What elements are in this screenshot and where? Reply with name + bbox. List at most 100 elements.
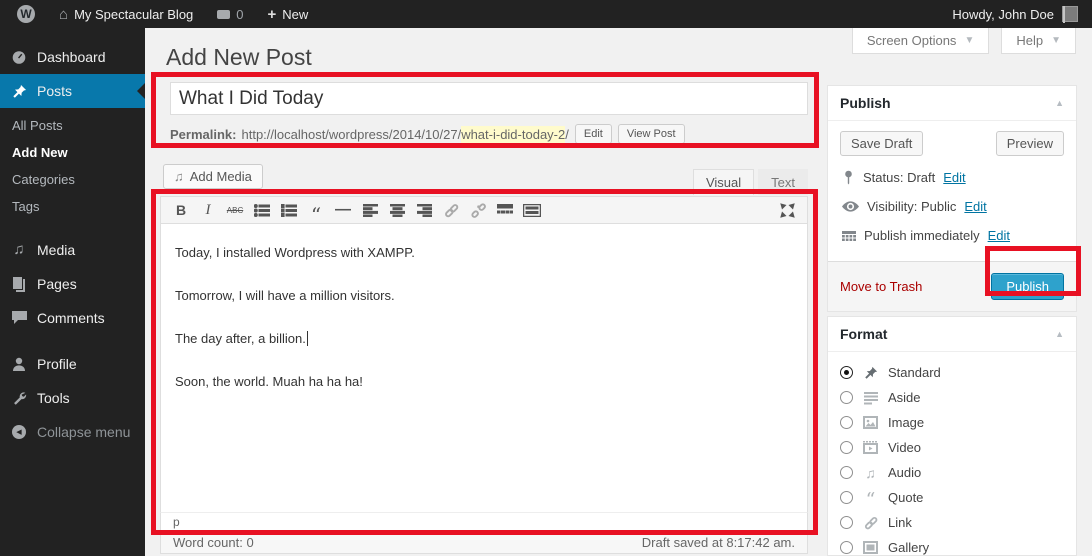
sidebar-item-pages[interactable]: Pages [0,267,145,301]
radio[interactable] [840,441,853,454]
sidebar-item-profile[interactable]: Profile [0,347,145,381]
sidebar-item-label: Profile [37,356,77,372]
radio[interactable] [840,491,853,504]
calendar-icon [842,229,856,243]
edit-permalink-button[interactable]: Edit [575,124,612,144]
gallery-icon [862,541,879,554]
help-button[interactable]: Help ▼ [1001,28,1076,54]
format-option-standard[interactable]: Standard [840,360,1064,385]
sidebar-item-categories[interactable]: Categories [0,166,145,193]
edit-visibility-link[interactable]: Edit [964,199,986,214]
format-option-quote[interactable]: “ Quote [840,485,1064,510]
sidebar-item-collapse-menu[interactable]: ◀ Collapse menu [0,415,145,449]
status-value: Draft [907,170,935,185]
view-post-button[interactable]: View Post [618,124,685,144]
numbered-list-button[interactable] [279,200,299,220]
collapse-toggle-icon[interactable]: ▲ [1055,329,1064,339]
visibility-row: Visibility: Public Edit [842,199,1062,214]
align-left-button[interactable] [360,200,380,220]
radio[interactable] [840,466,853,479]
sidebar-item-dashboard[interactable]: Dashboard [0,40,145,74]
radio[interactable] [840,416,853,429]
radio[interactable] [840,391,853,404]
bullet-list-button[interactable] [252,200,272,220]
sidebar-item-label: Pages [37,276,77,292]
align-center-button[interactable] [387,200,407,220]
bold-button[interactable]: B [171,200,191,220]
sidebar-item-comments[interactable]: Comments [0,301,145,335]
format-option-image[interactable]: Image [840,410,1064,435]
user-icon [10,357,28,372]
screen-meta-tabs: Screen Options ▼ Help ▼ [852,28,1076,54]
sidebar-item-add-new[interactable]: Add New [0,139,145,166]
format-option-audio[interactable]: ♫ Audio [840,460,1064,485]
format-option-aside[interactable]: Aside [840,385,1064,410]
radio-selected[interactable] [840,366,853,379]
strikethrough-button[interactable]: ABC [225,200,245,220]
distraction-free-button[interactable] [777,200,797,220]
collapse-icon: ◀ [10,425,28,439]
quote-icon: “ [862,489,879,506]
publishing-actions: Move to Trash Publish [828,261,1076,311]
editor-toolbar: B I ABC “ — [160,196,808,224]
format-option-gallery[interactable]: Gallery [840,535,1064,556]
comments-admin-bar-link[interactable]: 0 [208,0,252,28]
audio-icon: ♫ [862,466,879,480]
publish-button[interactable]: Publish [991,273,1064,300]
edit-status-link[interactable]: Edit [943,170,965,185]
edit-schedule-link[interactable]: Edit [988,228,1010,243]
radio[interactable] [840,516,853,529]
insert-link-button[interactable] [441,200,461,220]
format-panel-header[interactable]: Format ▲ [828,317,1076,352]
toolbar-toggle-button[interactable] [522,200,542,220]
screen-options-label: Screen Options [867,33,957,48]
video-icon [862,441,879,454]
new-content-button[interactable]: + New [259,0,318,28]
sidebar-item-tools[interactable]: Tools [0,381,145,415]
preview-button[interactable]: Preview [996,131,1064,156]
site-name-link[interactable]: ⌂ My Spectacular Blog [50,0,202,28]
format-option-video[interactable]: Video [840,435,1064,460]
wrench-icon [10,391,28,406]
sidebar-item-posts[interactable]: Posts [0,74,145,108]
comments-icon [10,311,28,325]
wordpress-logo-button[interactable]: W [8,0,44,28]
sidebar-item-label: Collapse menu [37,424,130,440]
align-right-button[interactable] [414,200,434,220]
sidebar-item-label: Media [37,242,75,258]
format-option-link[interactable]: Link [840,510,1064,535]
italic-button[interactable]: I [198,200,218,220]
blockquote-button[interactable]: “ [306,200,326,220]
radio[interactable] [840,541,853,554]
avatar-inner [1063,6,1065,23]
editor-element-path[interactable]: p [160,512,808,532]
tab-visual[interactable]: Visual [693,169,754,195]
move-to-trash-link[interactable]: Move to Trash [840,279,922,294]
tab-text[interactable]: Text [758,169,808,195]
autosave-status: Draft saved at 8:17:42 am. [642,535,795,550]
publish-panel-header[interactable]: Publish ▲ [828,86,1076,121]
collapse-toggle-icon[interactable]: ▲ [1055,98,1064,108]
sidebar-item-tags[interactable]: Tags [0,193,145,220]
remove-link-button[interactable] [468,200,488,220]
save-draft-button[interactable]: Save Draft [840,131,923,156]
sidebar-item-media[interactable]: ♫ Media [0,232,145,267]
publish-panel-title: Publish [840,95,891,111]
status-pin-icon [842,170,855,185]
add-media-button[interactable]: ♫ Add Media [163,164,263,189]
editor-content-area[interactable]: Today, I installed Wordpress with XAMPP.… [160,224,808,512]
admin-sidebar: Dashboard Posts All Posts Add New Catego… [0,28,145,556]
more-tag-button[interactable] [495,200,515,220]
dashboard-icon [10,49,28,65]
image-icon [862,416,879,429]
post-title-input[interactable] [170,82,808,115]
format-panel: Format ▲ Standard Aside Image [827,316,1077,556]
sidebar-item-all-posts[interactable]: All Posts [0,112,145,139]
text-caret [307,331,308,346]
screen-options-button[interactable]: Screen Options ▼ [852,28,990,54]
avatar[interactable] [1062,6,1078,22]
horizontal-rule-button[interactable]: — [333,200,353,220]
add-media-label: Add Media [190,169,252,184]
editor-paragraph: Today, I installed Wordpress with XAMPP. [175,246,793,261]
howdy-account-link[interactable]: Howdy, John Doe [952,7,1054,22]
